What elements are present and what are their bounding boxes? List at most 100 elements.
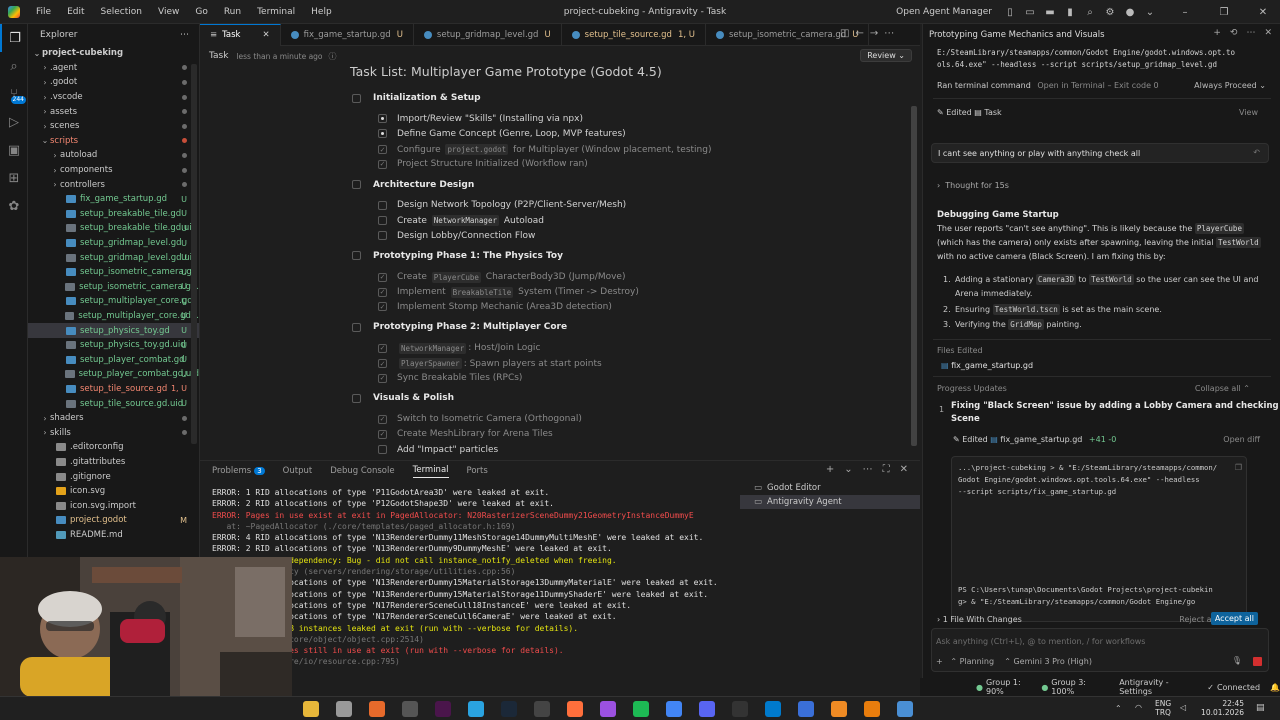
file-item[interactable]: setup_physics_toy.gd.uid U xyxy=(28,338,199,353)
editor-tab[interactable]: ≡ Task ✕ xyxy=(200,23,281,46)
add-icon[interactable]: + xyxy=(936,657,943,666)
language-indicator[interactable]: ENG TRQ xyxy=(1155,699,1171,717)
file-item[interactable]: setup_multiplayer_core.gd U xyxy=(28,294,199,309)
close-icon[interactable]: ✕ xyxy=(1256,5,1270,19)
folder-item[interactable]: › controllers xyxy=(28,177,199,192)
panel-tab-terminal[interactable]: Terminal xyxy=(412,465,449,478)
group3-status[interactable]: Group 3: 100% xyxy=(1051,678,1105,696)
close-icon[interactable]: ✕ xyxy=(1264,28,1272,38)
menu-file[interactable]: File xyxy=(28,7,59,17)
checked-checkbox[interactable]: ✓ xyxy=(378,414,387,424)
terminal-icon[interactable] xyxy=(732,701,748,717)
open-agent-manager-button[interactable]: Open Agent Manager xyxy=(896,7,992,17)
secondary-sidebar-icon[interactable]: ▮ xyxy=(1063,5,1077,19)
notification-icon[interactable]: ▤ xyxy=(1256,703,1265,713)
file-item[interactable]: README.md xyxy=(28,528,199,543)
folder-item[interactable]: › assets xyxy=(28,104,199,119)
folder-item[interactable]: › autoload xyxy=(28,148,199,163)
checked-checkbox[interactable]: ✓ xyxy=(378,343,387,353)
checkbox[interactable] xyxy=(378,231,387,241)
menu-selection[interactable]: Selection xyxy=(93,7,150,17)
folder-icon[interactable] xyxy=(897,701,913,717)
close-icon[interactable]: ✕ xyxy=(900,464,908,475)
file-item[interactable]: setup_tile_source.gd 1, U xyxy=(28,382,199,397)
more-actions-icon[interactable]: ⋯ xyxy=(863,464,873,475)
gear-icon[interactable]: ⚙ xyxy=(1103,5,1117,19)
group1-status[interactable]: Group 1: 90% xyxy=(986,678,1035,696)
slack-icon[interactable] xyxy=(435,701,451,717)
folder-item[interactable]: › shaders xyxy=(28,411,199,426)
in-progress-checkbox[interactable] xyxy=(378,114,387,124)
checkbox[interactable] xyxy=(352,180,361,189)
clock[interactable]: 22:45 10.01.2026 xyxy=(1198,699,1244,717)
view-button[interactable]: View xyxy=(1239,108,1258,117)
tray-chevron-icon[interactable]: ⌃ xyxy=(1115,704,1122,713)
panel-tab-output[interactable]: Output xyxy=(283,466,313,476)
search-icon[interactable]: ⌕ xyxy=(1083,5,1097,19)
editor-tab[interactable]: setup_gridmap_level.gd U xyxy=(414,23,562,46)
add-icon[interactable]: + xyxy=(1213,28,1221,38)
file-explorer-icon[interactable] xyxy=(303,701,319,717)
checked-checkbox[interactable]: ✓ xyxy=(378,159,387,169)
explorer-icon[interactable]: ❐ xyxy=(0,24,28,52)
file-item[interactable]: setup_isometric_camera.gd U xyxy=(28,265,199,280)
file-item[interactable]: setup_physics_toy.gd U xyxy=(28,323,199,338)
discord-icon[interactable] xyxy=(699,701,715,717)
file-item[interactable]: project.godot M xyxy=(28,513,199,528)
close-icon[interactable]: ✕ xyxy=(262,30,269,40)
notion-icon[interactable] xyxy=(567,701,583,717)
unity-icon[interactable] xyxy=(534,701,550,717)
terminal-instance[interactable]: ▭ Antigravity Agent xyxy=(740,495,920,509)
browser-icon[interactable] xyxy=(468,701,484,717)
folder-item[interactable]: › .vscode xyxy=(28,90,199,105)
sidebar-toggle-icon[interactable]: ▭ xyxy=(1023,5,1037,19)
changes-toggle[interactable]: › 1 File With Changes xyxy=(937,615,1022,624)
accept-all-button[interactable]: Accept all xyxy=(1210,612,1258,625)
chevron-down-icon[interactable]: ⌄ xyxy=(844,464,852,475)
model-selector[interactable]: ⌃ Gemini 3 Pro (High) xyxy=(1004,657,1092,666)
chevron-down-icon[interactable]: ⌄ xyxy=(1143,5,1157,19)
blender-icon[interactable] xyxy=(864,701,880,717)
file-item[interactable]: .gitignore xyxy=(28,469,199,484)
steam-icon[interactable] xyxy=(501,701,517,717)
checkbox[interactable] xyxy=(352,251,361,261)
chrome-icon[interactable] xyxy=(666,701,682,717)
menu-view[interactable]: View xyxy=(150,7,187,17)
thought-toggle[interactable]: › Thought for 15s xyxy=(937,181,1009,190)
editor-tab[interactable]: setup_tile_source.gd 1, U xyxy=(562,23,706,46)
search-icon[interactable]: ⌕ xyxy=(0,52,28,80)
forward-arrow-icon[interactable]: → xyxy=(870,28,878,39)
checked-checkbox[interactable]: ✓ xyxy=(378,359,387,368)
checked-checkbox[interactable]: ✓ xyxy=(378,145,387,155)
folder-item[interactable]: › .godot xyxy=(28,75,199,90)
checked-checkbox[interactable]: ✓ xyxy=(378,272,387,282)
checked-checkbox[interactable]: ✓ xyxy=(378,287,387,297)
minimize-icon[interactable]: – xyxy=(1178,5,1192,19)
in-progress-checkbox[interactable] xyxy=(378,129,387,139)
stop-icon[interactable] xyxy=(1253,657,1262,666)
editor-tab[interactable]: fix_game_startup.gd U xyxy=(281,23,414,46)
history-icon[interactable]: ⟲ xyxy=(1230,28,1238,38)
connected-status[interactable]: Connected xyxy=(1217,683,1260,692)
file-item[interactable]: icon.svg xyxy=(28,484,199,499)
checkbox[interactable] xyxy=(378,445,387,454)
open-in-terminal-link[interactable]: Open in Terminal xyxy=(1037,81,1105,90)
cloud-icon[interactable] xyxy=(831,701,847,717)
file-item[interactable]: setup_breakable_tile.gd.uid U xyxy=(28,221,199,236)
source-control-icon[interactable]: ⑂ 244 xyxy=(0,80,28,108)
copy-icon[interactable]: ❐ xyxy=(1235,463,1242,472)
chat-input-placeholder[interactable]: Ask anything (Ctrl+L), @ to mention, / f… xyxy=(936,637,1145,646)
run-debug-icon[interactable]: ▷ xyxy=(0,108,28,136)
app-icon[interactable] xyxy=(600,701,616,717)
vscode-icon[interactable] xyxy=(765,701,781,717)
settings-status[interactable]: Antigravity - Settings xyxy=(1119,678,1195,696)
collapse-all-button[interactable]: Collapse all ⌃ xyxy=(1195,384,1250,393)
checkbox[interactable] xyxy=(352,393,361,403)
checkbox[interactable] xyxy=(352,322,361,332)
checkbox[interactable] xyxy=(378,200,387,210)
file-item[interactable]: setup_breakable_tile.gd U xyxy=(28,207,199,222)
maximize-icon[interactable]: ❐ xyxy=(1217,5,1231,19)
clock-icon[interactable] xyxy=(336,701,352,717)
folder-item[interactable]: › skills xyxy=(28,425,199,440)
extensions-icon[interactable]: ⊞ xyxy=(0,164,28,192)
